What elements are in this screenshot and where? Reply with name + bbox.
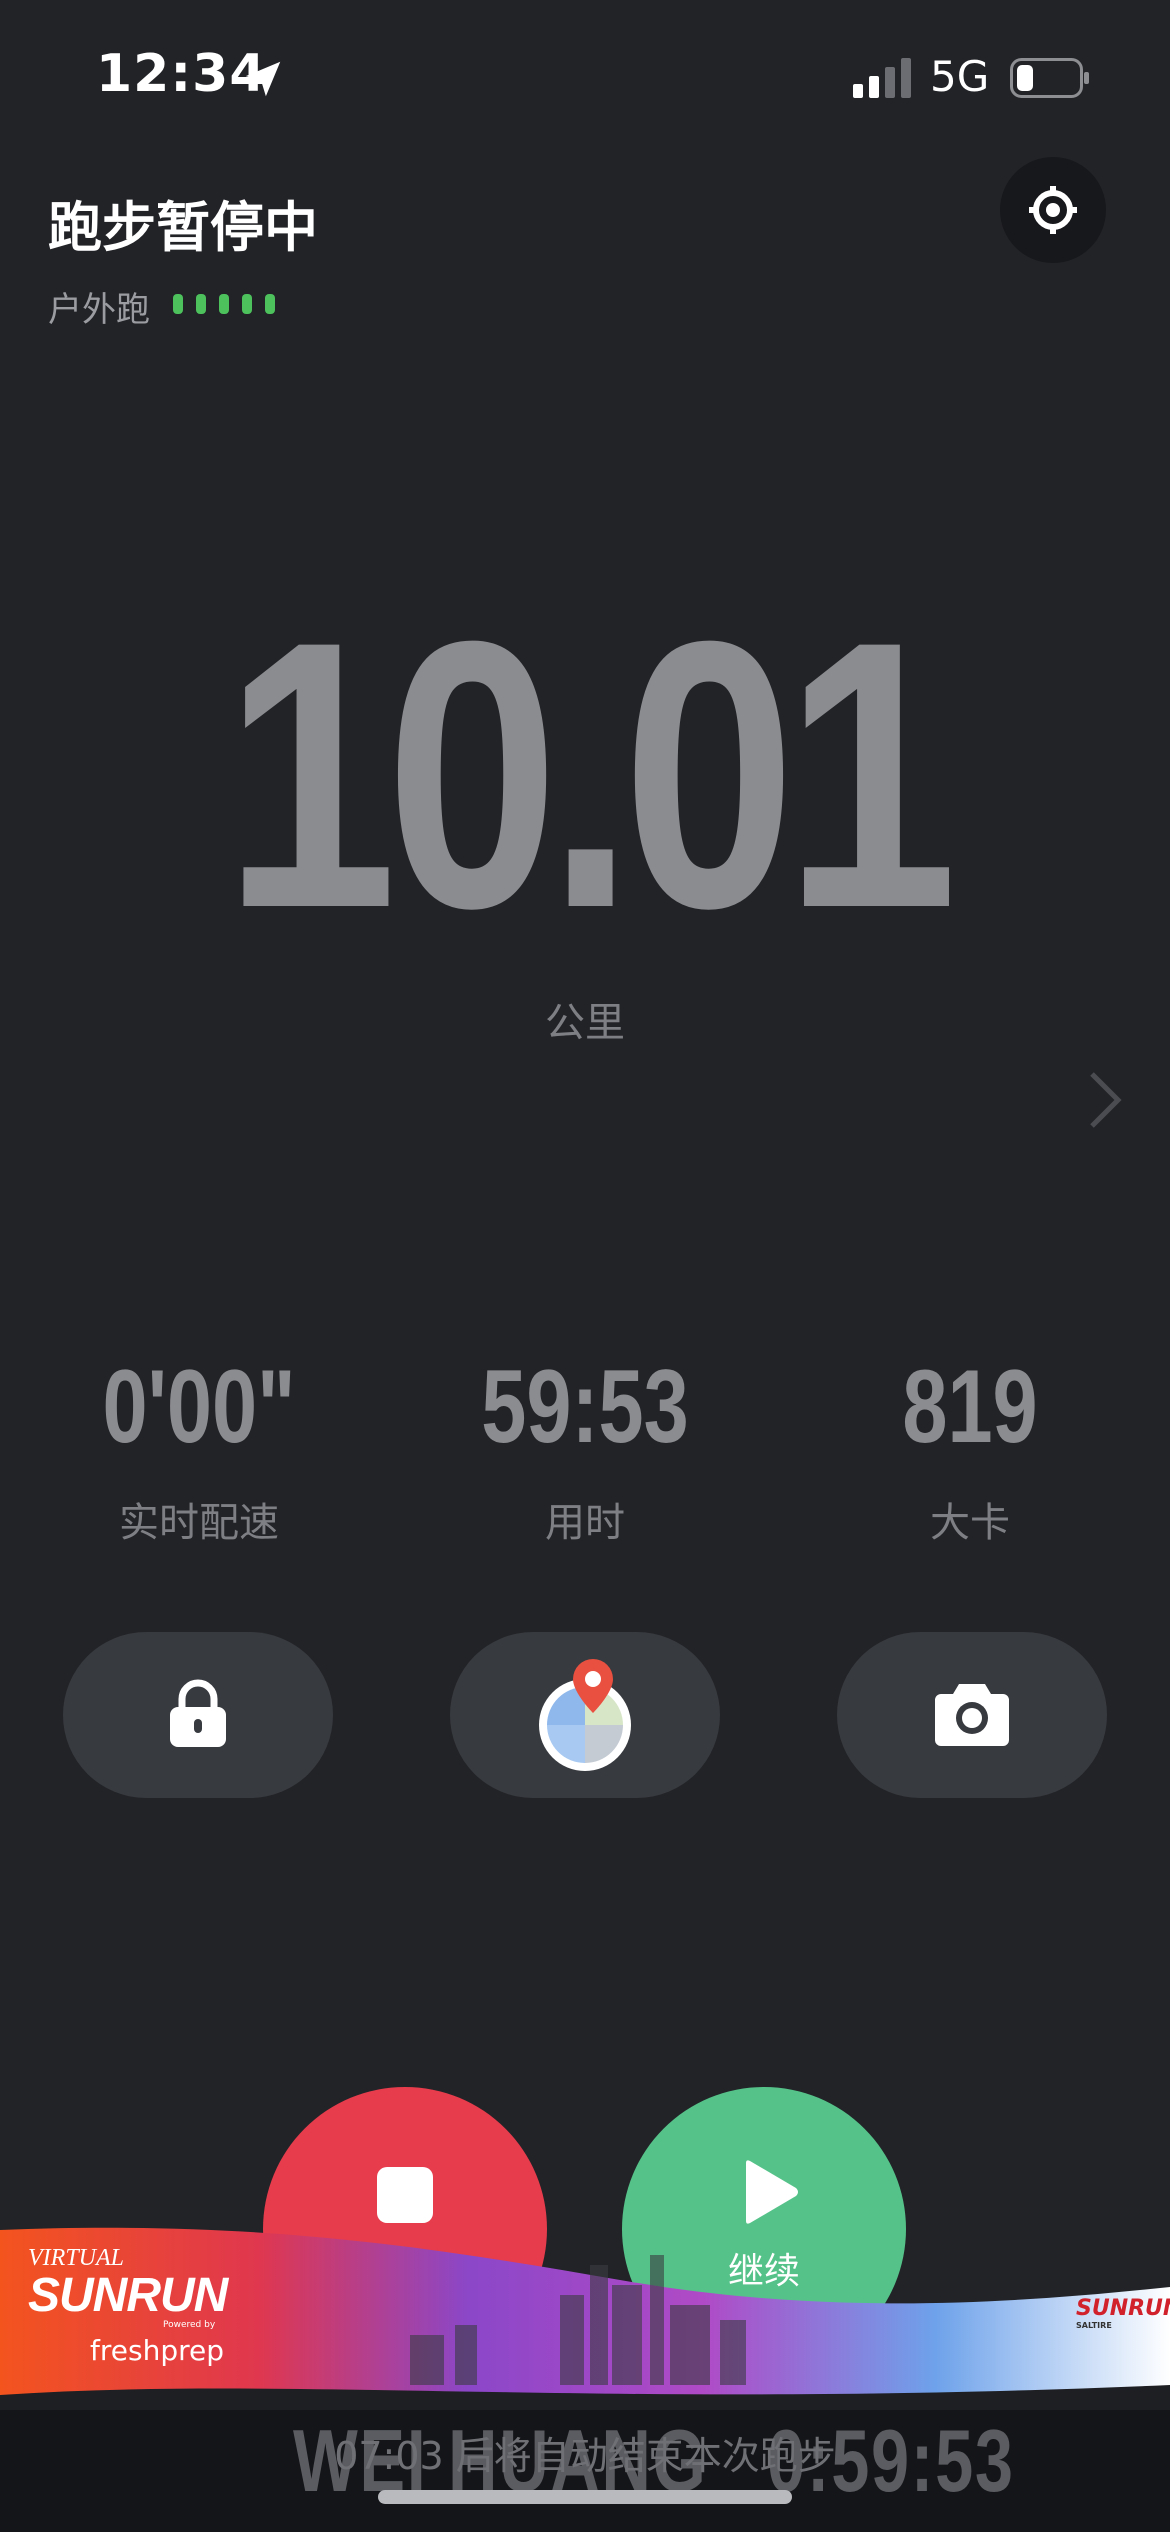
sunrun-logo: VIRTUAL SUNRUN Powered by freshprep	[28, 2245, 228, 2367]
gear-icon	[1029, 186, 1077, 234]
calories-label: 大卡	[930, 1500, 1010, 1546]
network-type: 5G	[930, 52, 990, 101]
calories-value: 819	[902, 1349, 1038, 1465]
page-title: 跑步暂停中	[48, 196, 318, 259]
sunrun-logo-small: SUNRUN SALTIRE	[1076, 2296, 1170, 2330]
gps-dot	[196, 294, 206, 314]
location-arrow-icon	[245, 61, 281, 97]
map-button[interactable]	[450, 1632, 720, 1798]
duration-label: 用时	[545, 1500, 625, 1546]
battery-icon	[1010, 58, 1089, 98]
freshprep-text: freshprep	[90, 2334, 224, 2367]
gps-dot	[219, 294, 229, 314]
camera-icon	[935, 1684, 1009, 1746]
pace-value: 0'00"	[102, 1349, 296, 1465]
sunrun-small-text: SUNRUN	[1076, 2296, 1170, 2321]
gps-dot	[242, 294, 252, 314]
distance-unit: 公里	[545, 1000, 625, 1046]
camera-button[interactable]	[837, 1632, 1107, 1798]
sunrun-text: SUNRUN	[28, 2269, 228, 2322]
gps-signal-indicator	[173, 294, 275, 316]
home-indicator[interactable]	[378, 2490, 792, 2504]
play-icon	[746, 2160, 798, 2224]
settings-button[interactable]	[1000, 157, 1106, 263]
gps-dot	[265, 294, 275, 314]
signal-icon	[853, 58, 911, 98]
run-type-label: 户外跑	[48, 290, 150, 330]
gps-dot	[173, 294, 183, 314]
lock-icon	[170, 1679, 226, 1747]
chevron-right-icon[interactable]	[1080, 1070, 1130, 1130]
duration-value: 59:53	[481, 1349, 689, 1465]
lock-button[interactable]	[63, 1632, 333, 1798]
virtual-text: VIRTUAL	[28, 2245, 124, 2271]
stop-icon	[377, 2167, 433, 2223]
map-pin-icon	[539, 1659, 631, 1771]
saltire-text: SALTIRE	[1076, 2321, 1112, 2330]
auto-end-notice: 07:03 后将自动结束本次跑步	[334, 2434, 836, 2478]
distance-value: 10.01	[223, 562, 958, 987]
pace-label: 实时配速	[119, 1500, 279, 1546]
